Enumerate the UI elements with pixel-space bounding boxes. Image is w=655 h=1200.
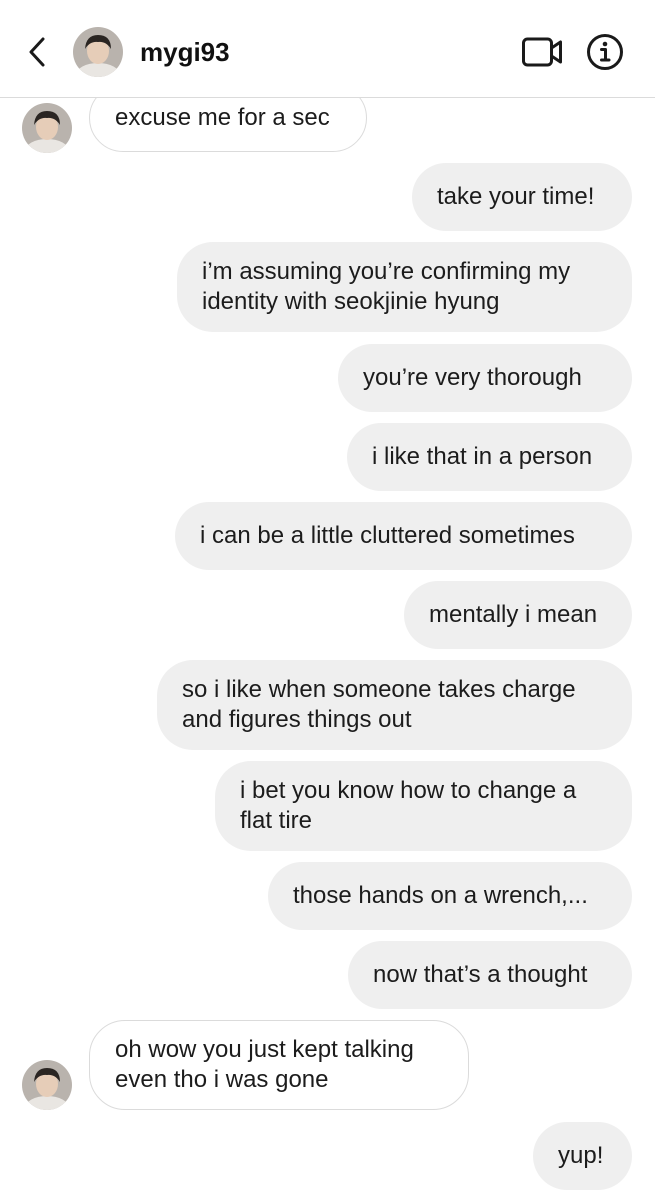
profile-photo <box>73 27 123 77</box>
info-icon <box>587 34 623 70</box>
video-camera-icon <box>522 37 562 67</box>
message-bubble-incoming[interactable]: oh wow you just kept talking even tho i … <box>89 1020 469 1110</box>
profile-photo <box>22 1060 72 1110</box>
sender-avatar[interactable] <box>22 1060 72 1110</box>
chevron-left-icon <box>29 37 45 67</box>
message-bubble-outgoing[interactable]: i can be a little cluttered sometimes <box>175 502 632 570</box>
message-bubble-outgoing[interactable]: now that’s a thought <box>348 941 632 1009</box>
header-avatar[interactable] <box>73 27 123 77</box>
message-bubble-outgoing[interactable]: take your time! <box>412 163 632 231</box>
profile-photo <box>22 103 72 153</box>
info-button[interactable] <box>586 33 624 71</box>
message-bubble-outgoing[interactable]: you’re very thorough <box>338 344 632 412</box>
message-bubble-outgoing[interactable]: yup! <box>533 1122 632 1190</box>
back-button[interactable] <box>20 30 54 74</box>
message-bubble-outgoing[interactable]: i like that in a person <box>347 423 632 491</box>
message-bubble-outgoing[interactable]: i bet you know how to change a flat tire <box>215 761 632 851</box>
chat-username[interactable]: mygi93 <box>140 36 230 68</box>
video-call-button[interactable] <box>521 36 563 68</box>
message-bubble-outgoing[interactable]: so i like when someone takes charge and … <box>157 660 632 750</box>
sender-avatar[interactable] <box>22 103 72 153</box>
message-bubble-outgoing[interactable]: mentally i mean <box>404 581 632 649</box>
message-bubble-outgoing[interactable]: i’m assuming you’re confirming my identi… <box>177 242 632 332</box>
chat-screen: excuse me for a sec take your time! i’m … <box>0 0 655 1200</box>
message-bubble-outgoing[interactable]: those hands on a wrench,... <box>268 862 632 930</box>
chat-header: mygi93 <box>0 0 655 98</box>
